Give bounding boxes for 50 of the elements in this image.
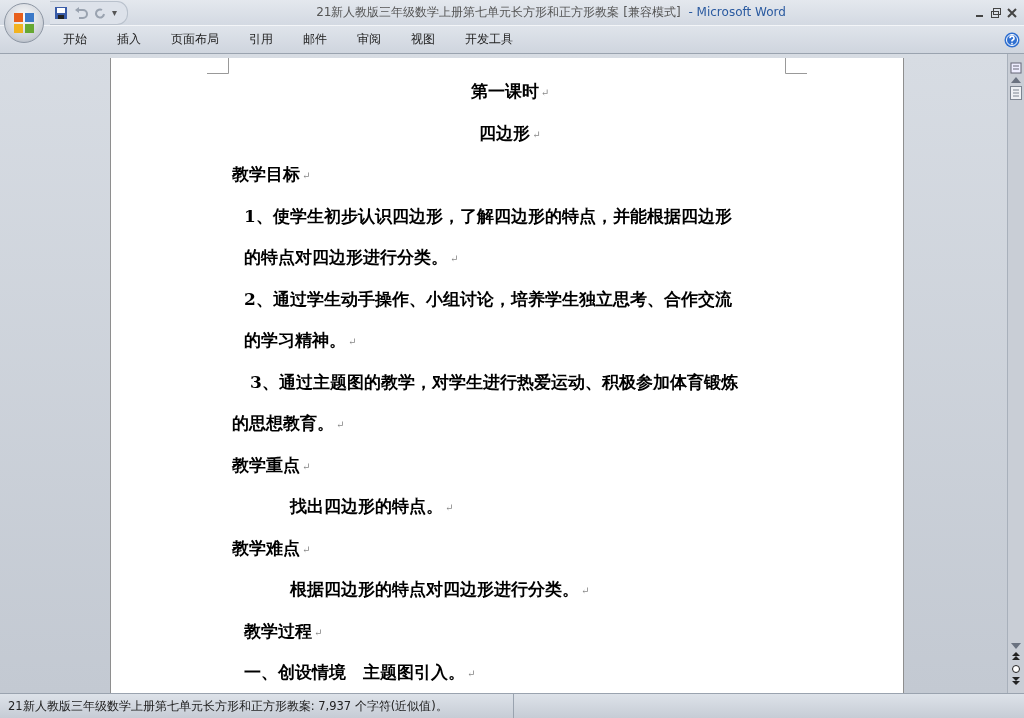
document-text: 教学过程	[244, 619, 312, 643]
scroll-up-icon[interactable]	[1011, 77, 1021, 83]
document-text: 找出四边形的特点。	[290, 495, 443, 518]
document-text: 的特点对四边形进行分类。	[244, 246, 448, 269]
paragraph-mark: ↵	[314, 626, 323, 638]
paragraph-mark: ↵	[348, 336, 357, 347]
browse-object-icon[interactable]	[1011, 664, 1021, 674]
window-title: 21新人教版三年级数学上册第七单元长方形和正方形教案 [兼容模式] - Microsoft Word	[315, 4, 787, 21]
ribbon-tab[interactable]: 开发工具	[454, 27, 524, 52]
save-icon[interactable]	[54, 5, 68, 20]
ribbon-tab[interactable]: 插入	[106, 27, 152, 52]
document-text: 3、通过主题图的教学，对学生进行热爱运动、积极参加体育锻炼	[250, 370, 738, 394]
paragraph-mark: ↵	[336, 419, 345, 430]
paragraph-mark: ↵	[302, 543, 311, 555]
scroll-thumb[interactable]	[1010, 86, 1022, 100]
previous-page-icon[interactable]	[1011, 652, 1021, 661]
document-text: 教学目标	[232, 163, 300, 186]
ribbon-tab[interactable]: 邮件	[292, 27, 338, 52]
paragraph-mark: ↵	[445, 502, 454, 513]
document-text: 的思想教育。	[232, 412, 334, 435]
ribbon-tab[interactable]: 页面布局	[160, 27, 230, 52]
ribbon-tab[interactable]: 审阅	[346, 27, 392, 52]
paragraph-mark: ↵	[302, 460, 311, 472]
document-text: 2、通过学生动手操作、小组讨论，培养学生独立思考、合作交流	[244, 287, 732, 311]
restore-icon[interactable]	[990, 6, 1002, 19]
document-text: 的学习精神。	[244, 329, 346, 352]
document-text: 1、使学生初步认识四边形，了解四边形的特点，并能根据四边形	[244, 204, 732, 228]
ribbon-tab[interactable]: 开始	[52, 27, 98, 52]
ribbon-tab[interactable]: 视图	[400, 27, 446, 52]
office-logo-icon	[13, 12, 35, 34]
document-text: 教学难点	[232, 536, 300, 560]
paragraph-mark: ↵	[532, 128, 541, 140]
document-text: 一、创设情境 主题图引入。	[244, 661, 465, 684]
paragraph-mark: ↵	[467, 668, 476, 679]
paragraph-mark: ↵	[581, 585, 590, 596]
ribbon-tab[interactable]: 引用	[238, 27, 284, 52]
next-page-icon[interactable]	[1011, 677, 1021, 686]
help-icon[interactable]	[1004, 31, 1020, 48]
paragraph-mark: ↵	[450, 253, 459, 264]
status-text: 21新人教版三年级数学上册第七单元长方形和正方形教案: 7,937 个字符(近似值)。	[0, 694, 514, 718]
ruler-toggle-icon[interactable]	[1010, 62, 1022, 74]
document-text: 教学重点	[232, 453, 300, 477]
document-text: 四边形	[479, 121, 531, 145]
paragraph-mark: ↵	[302, 170, 311, 181]
paragraph-mark: ↵	[540, 87, 550, 98]
close-icon[interactable]	[1006, 6, 1018, 19]
document-text: 根据四边形的特点对四边形进行分类。	[290, 578, 579, 601]
office-button[interactable]	[4, 3, 44, 43]
document-text: 第一课时	[470, 80, 539, 103]
customize-toolbar-button[interactable]: ▾	[112, 7, 118, 18]
